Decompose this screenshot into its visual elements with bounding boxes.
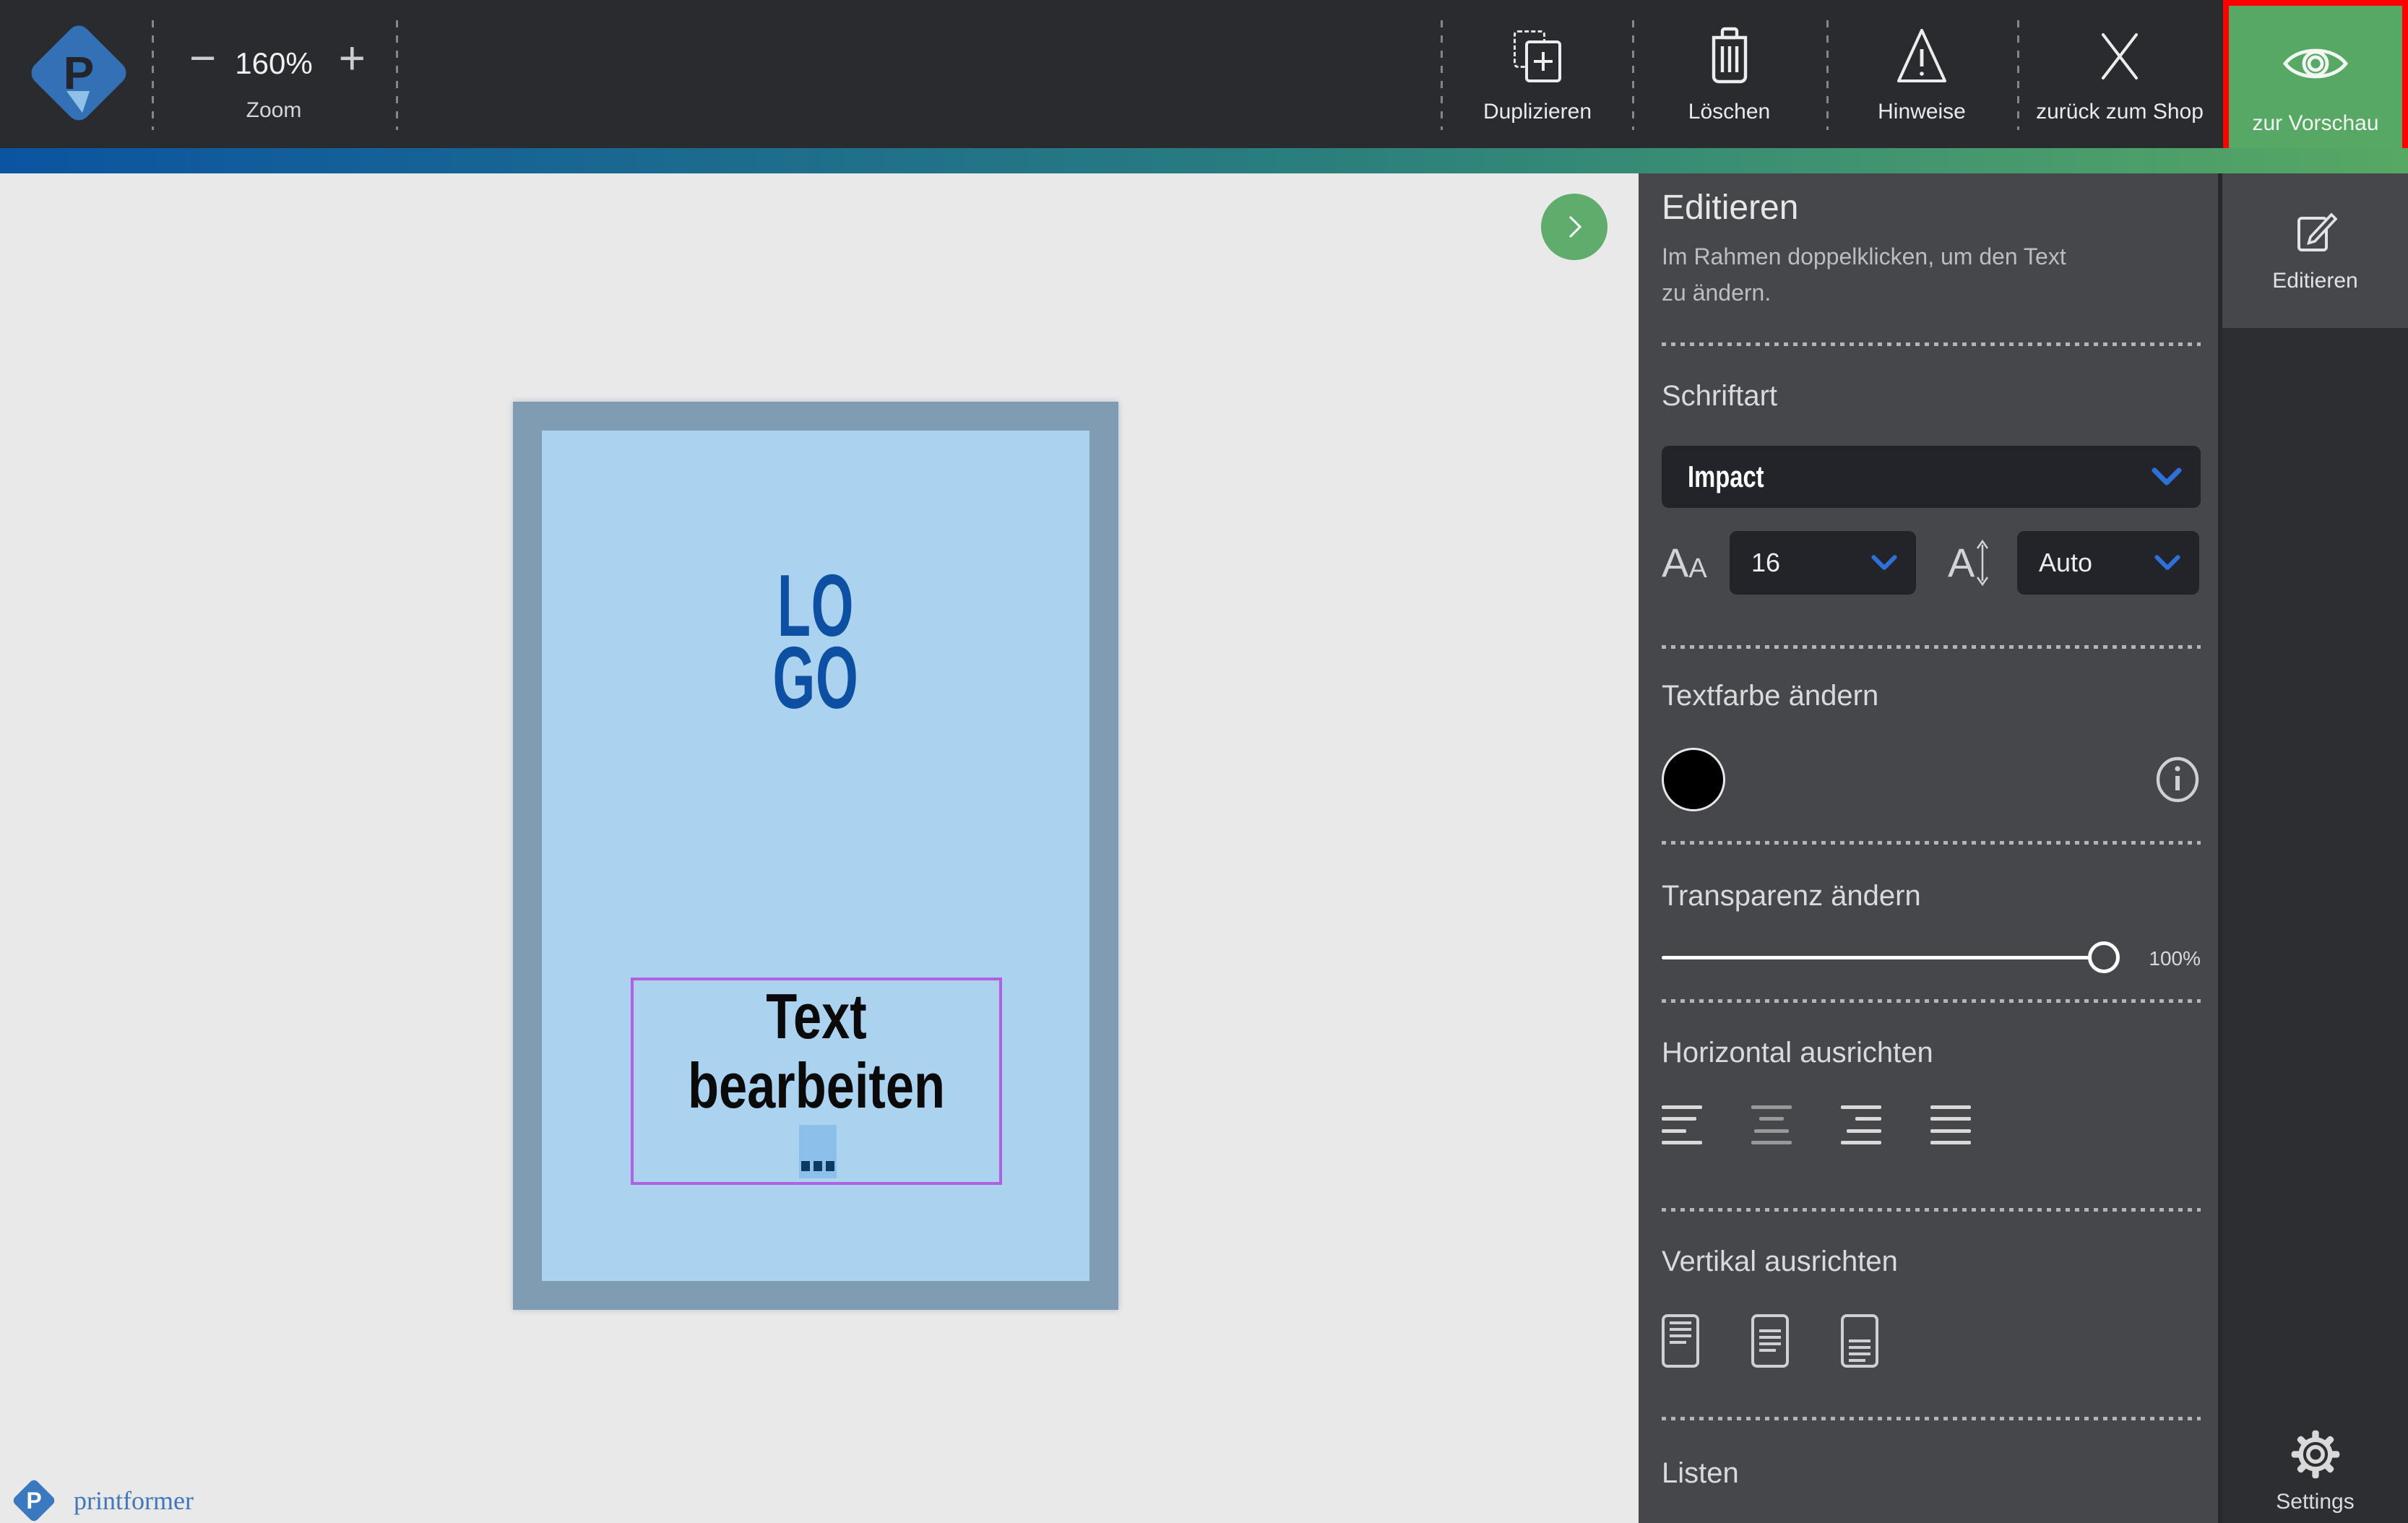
design-canvas[interactable]: LO GO Text bearbeiten P [0,173,1639,1523]
printformer-logo-icon: P [35,29,123,117]
font-size-value: 16 [1751,548,1780,578]
section-divider [1662,1208,2201,1212]
preview-label: zur Vorschau [2252,111,2378,136]
duplicate-button[interactable]: Duplizieren [1443,0,1632,148]
rail-edit-label: Editieren [2272,269,2357,293]
ellipsis-icon [799,1161,837,1171]
printformer-footer-icon: P [12,1478,56,1523]
tool-rail: Editieren Settings [2222,173,2408,1523]
duplicate-label: Duplizieren [1483,100,1592,124]
rail-settings-button[interactable]: Settings [2222,1428,2408,1514]
footer-logo-letter: P [12,1478,56,1523]
section-divider [1662,645,2201,649]
valign-bottom-button[interactable] [1841,1314,1878,1368]
color-swatch-black[interactable] [1662,748,1725,811]
font-size-row: AA 16 A Auto [1662,531,2201,595]
transparency-slider-knob[interactable] [2088,941,2120,973]
poster-page: LO GO Text bearbeiten [542,431,1089,1281]
line-height-icon: A [1948,539,2007,587]
close-icon [2096,25,2144,88]
line-height-dropdown[interactable]: Auto [2017,531,2199,595]
font-size-dropdown[interactable]: 16 [1730,531,1916,595]
text-color-row [1662,747,2201,812]
footer-brand-name: printformer [74,1485,194,1516]
text-overflow-indicator [799,1125,837,1178]
rail-tab-edit[interactable]: Editieren [2222,173,2408,328]
info-icon[interactable] [2154,756,2201,803]
font-family-value: Impact [1688,460,1764,494]
section-divider [1662,1417,2201,1420]
font-section-heading: Schriftart [1662,378,2201,414]
transparency-heading: Transparenz ändern [1662,878,2201,914]
text-line-1: Text [670,982,963,1051]
panel-subtitle: Im Rahmen doppelklicken, um den Text zu … [1662,238,2095,311]
transparency-slider-track[interactable] [1662,956,2110,959]
chevron-down-icon [2152,467,2182,487]
panel-title: Editieren [1662,188,2201,228]
poster-artboard[interactable]: LO GO Text bearbeiten [513,402,1118,1310]
logo-text[interactable]: LO GO [542,569,1089,714]
gear-icon [2289,1428,2342,1481]
horizontal-align-heading: Horizontal ausrichten [1662,1035,2201,1071]
logo-line-2: GO [646,642,985,714]
section-divider [1662,342,2201,346]
chevron-right-icon [1558,211,1590,243]
vertical-align-heading: Vertikal ausrichten [1662,1243,2201,1280]
trash-icon [1702,25,1757,88]
back-to-shop-label: zurück zum Shop [2036,100,2204,124]
text-line-2: bearbeiten [670,1051,963,1121]
section-divider [1662,841,2201,845]
section-divider [1662,999,2201,1003]
align-left-button[interactable] [1662,1105,1702,1144]
eye-icon [2281,32,2350,95]
preview-button[interactable]: zur Vorschau [2223,0,2408,168]
collapse-panel-button[interactable] [1541,194,1608,260]
zoom-in-button[interactable]: + [339,35,366,81]
align-right-button[interactable] [1841,1105,1881,1144]
delete-label: Löschen [1688,100,1770,124]
toolbar: P − 160% + Zoom Duplizieren [0,0,2408,148]
brand-gradient-bar [0,148,2408,173]
delete-button[interactable]: Löschen [1634,0,1824,148]
transparency-value: 100% [2149,947,2201,970]
back-to-shop-button[interactable]: zurück zum Shop [2019,0,2220,148]
edit-panel: Editieren Im Rahmen doppelklicken, um de… [1639,173,2218,1523]
edit-pencil-icon [2292,208,2339,256]
horizontal-align-row [1662,1105,2201,1144]
text-color-heading: Textfarbe ändern [1662,678,2201,714]
logo-fold [66,91,90,113]
align-center-button[interactable] [1751,1105,1792,1144]
hints-button[interactable]: Hinweise [1829,0,2015,148]
rail-settings-label: Settings [2276,1490,2354,1514]
toolbar-separator [396,20,398,130]
align-justify-button[interactable] [1930,1105,1971,1144]
valign-middle-button[interactable] [1751,1314,1789,1368]
font-family-dropdown[interactable]: Impact [1662,446,2201,508]
lists-heading: Listen [1662,1455,2201,1491]
zoom-controls: − 160% + Zoom [152,0,396,148]
chevron-down-icon [2154,554,2180,571]
text-frame-selected[interactable]: Text bearbeiten [631,978,1002,1185]
duplicate-icon [1514,25,1561,88]
font-size-icon: AA [1662,543,1727,583]
chevron-down-icon [1871,554,1897,571]
line-height-value: Auto [2039,548,2092,578]
printformer-wordmark: P printformer [12,1478,194,1523]
zoom-label: Zoom [152,98,396,123]
transparency-slider-row: 100% [1662,936,2201,979]
valign-top-button[interactable] [1662,1314,1699,1368]
printformer-editor: P − 160% + Zoom Duplizieren [0,0,2408,1523]
warning-triangle-icon [1891,25,1952,88]
vertical-align-row [1662,1314,2201,1368]
hints-label: Hinweise [1878,100,1966,124]
